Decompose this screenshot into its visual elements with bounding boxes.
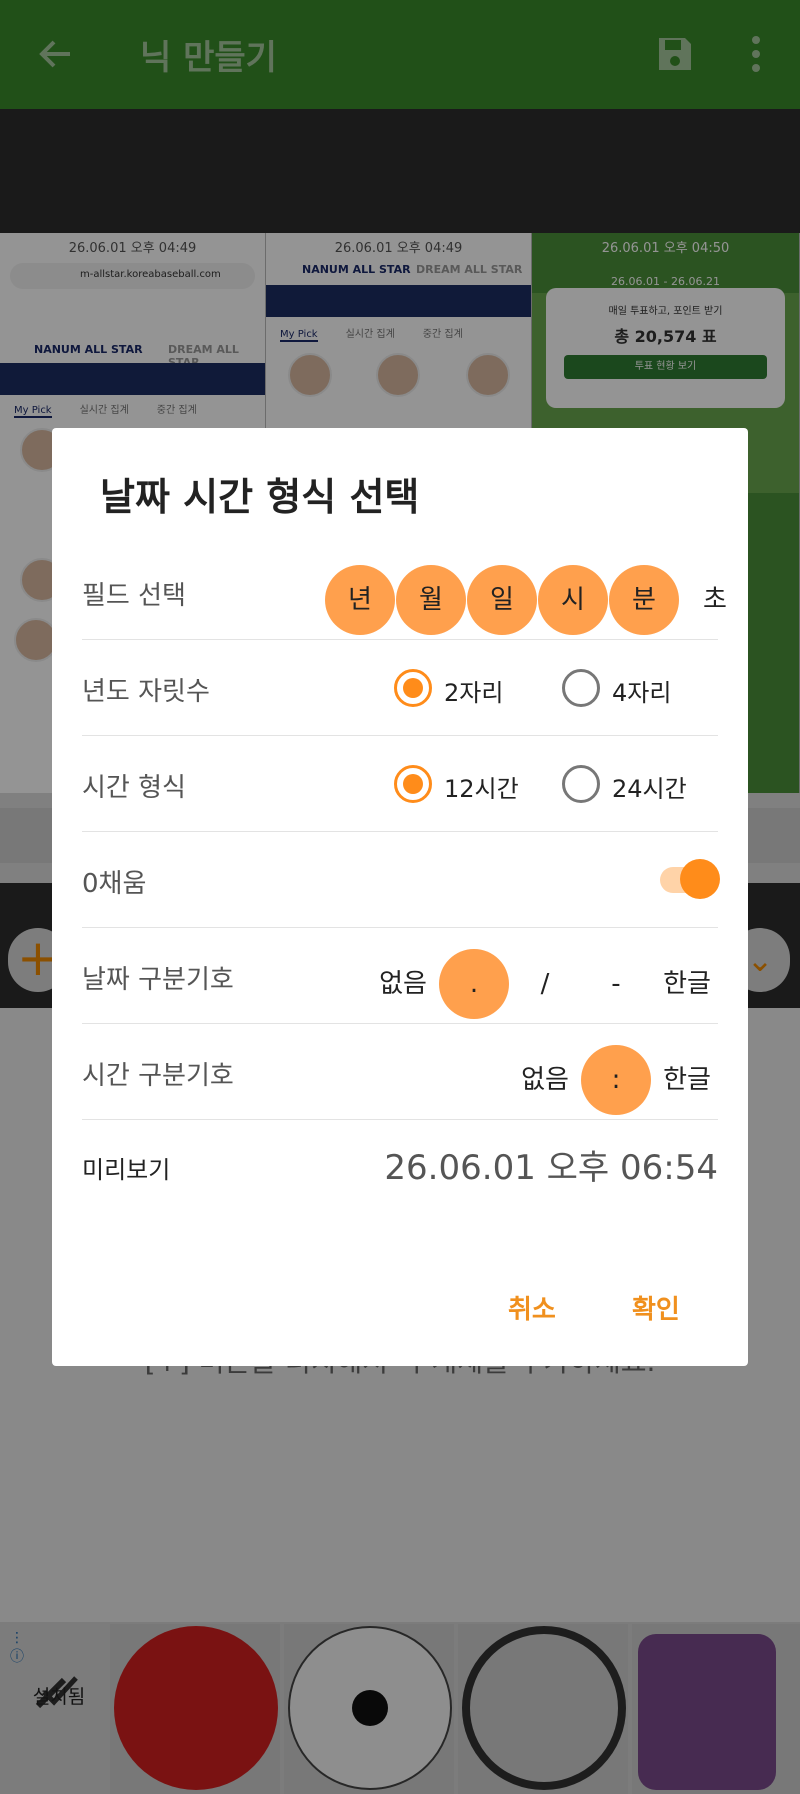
time-sep-hangul-option[interactable]: 한글 bbox=[652, 1045, 722, 1115]
date-sep-slash-option[interactable]: / bbox=[510, 949, 580, 1019]
date-sep-hangul-option[interactable]: 한글 bbox=[652, 949, 722, 1019]
ok-button[interactable]: 확인 bbox=[626, 1288, 686, 1327]
preview-label: 미리보기 bbox=[82, 1156, 171, 1184]
preview-value: 26.06.01 오후 06:54 bbox=[384, 1148, 718, 1188]
time-24h-label[interactable]: 24시간 bbox=[612, 769, 687, 804]
time-separator-label: 시간 구분기호 bbox=[82, 1061, 234, 1091]
field-hour-option[interactable]: 시 bbox=[538, 565, 608, 635]
time-sep-none-option[interactable]: 없음 bbox=[510, 1045, 580, 1115]
field-select-row: 필드 선택 년 월 일 시 분 초 bbox=[82, 545, 727, 640]
year-digits-label: 년도 자릿수 bbox=[82, 677, 210, 707]
year-2digit-radio[interactable] bbox=[394, 669, 432, 707]
datetime-format-dialog: 날짜 시간 형식 선택 필드 선택 년 월 일 시 분 초 년도 자릿수 2자리… bbox=[52, 428, 748, 1366]
year-digits-row: 년도 자릿수 2자리 4자리 bbox=[82, 641, 718, 736]
date-separator-row: 날짜 구분기호 없음 . / - 한글 bbox=[82, 929, 718, 1024]
time-12h-radio[interactable] bbox=[394, 765, 432, 803]
date-sep-none-option[interactable]: 없음 bbox=[368, 949, 438, 1019]
time-format-label: 시간 형식 bbox=[82, 773, 186, 803]
time-24h-radio[interactable] bbox=[562, 765, 600, 803]
time-12h-label[interactable]: 12시간 bbox=[444, 769, 519, 804]
zero-fill-row: 0채움 bbox=[82, 833, 720, 928]
field-second-option[interactable]: 초 bbox=[680, 565, 750, 635]
dialog-title: 날짜 시간 형식 선택 bbox=[100, 475, 420, 519]
year-4digit-radio[interactable] bbox=[562, 669, 600, 707]
field-select-label: 필드 선택 bbox=[82, 581, 186, 611]
year-2digit-label[interactable]: 2자리 bbox=[444, 673, 503, 708]
zero-fill-label: 0채움 bbox=[82, 869, 147, 899]
date-sep-dot-option[interactable]: . bbox=[439, 949, 509, 1019]
date-sep-dash-option[interactable]: - bbox=[581, 949, 651, 1019]
zero-fill-toggle[interactable] bbox=[680, 859, 720, 899]
field-day-option[interactable]: 일 bbox=[467, 565, 537, 635]
cancel-button[interactable]: 취소 bbox=[502, 1288, 562, 1327]
date-separator-label: 날짜 구분기호 bbox=[82, 965, 234, 995]
field-month-option[interactable]: 월 bbox=[396, 565, 466, 635]
time-format-row: 시간 형식 12시간 24시간 bbox=[82, 737, 718, 832]
field-year-option[interactable]: 년 bbox=[325, 565, 395, 635]
time-sep-colon-option[interactable]: : bbox=[581, 1045, 651, 1115]
time-separator-row: 시간 구분기호 없음 : 한글 bbox=[82, 1025, 718, 1120]
year-4digit-label[interactable]: 4자리 bbox=[612, 673, 671, 708]
field-minute-option[interactable]: 분 bbox=[609, 565, 679, 635]
